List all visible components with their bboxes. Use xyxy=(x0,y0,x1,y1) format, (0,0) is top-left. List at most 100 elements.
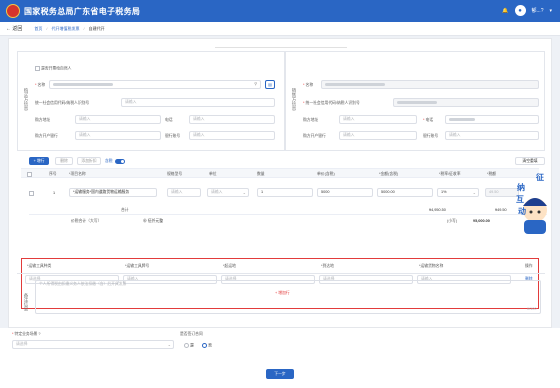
col-index: 序号 xyxy=(49,172,57,176)
total-words: ⊕ 伍仟元整 xyxy=(143,219,164,223)
seller-addr-input[interactable]: 请输入 xyxy=(339,115,417,124)
radio-checked-icon[interactable] xyxy=(202,343,207,348)
transport-col-type: *运输工具种类 xyxy=(27,264,52,268)
col-rate: *税率/征收率 xyxy=(439,172,461,176)
breadcrumb: 首页 / 代开增值税发票 / 自建代开 xyxy=(34,25,105,32)
breadcrumb-bar: ← 返回 首页 / 代开增值税发票 / 自建代开 xyxy=(0,22,560,36)
app-header: 国家税务总局广东省电子税务局 🔔 ● 郁...? ▾ xyxy=(0,0,560,22)
chevron-down-icon: ⌄ xyxy=(472,190,476,195)
buyer-taxid-label: 统一社会信用代码/纳税人识别号 xyxy=(35,101,90,105)
remarks-counter: 0/100 xyxy=(527,307,537,311)
transport-col-dest: *到达地 xyxy=(321,264,334,268)
tax-included-label: 含税 xyxy=(105,159,113,163)
buyer-taxid-input[interactable]: 请输入 xyxy=(121,98,275,107)
buyer-name-input[interactable]: ⚲ xyxy=(49,80,261,89)
seller-acct-label: 银行账号 xyxy=(423,134,439,138)
item-select[interactable]: *运输服务*国内道路货物运输服务 xyxy=(69,188,157,197)
buyer-acct-label: 银行账号 xyxy=(165,134,181,138)
avatar[interactable]: ● xyxy=(514,5,526,16)
seller-bank-label: 购方开户银行 xyxy=(303,134,326,138)
seller-phone-input[interactable] xyxy=(445,115,539,124)
scene-select[interactable]: 请选择 ⌄ xyxy=(12,340,174,349)
mascot-char: 征 xyxy=(536,173,544,182)
seller-phone-label: 电话 xyxy=(425,118,434,122)
divider xyxy=(29,214,547,215)
main-form: 购买方信息 是否开票给自然人 * 名称 ⚲ ▤ 统一社会信用代码/纳税人识别号 … xyxy=(8,38,552,328)
crumb-home[interactable]: 首页 xyxy=(34,26,42,32)
seller-name-label: 名称 xyxy=(305,83,314,87)
spec-input[interactable]: 请输入 xyxy=(167,188,201,197)
buyer-phone-input[interactable]: 请输入 xyxy=(189,115,275,124)
seller-bank-input[interactable]: 请输入 xyxy=(339,131,417,140)
unit-select[interactable]: 请输入 ⌄ xyxy=(207,188,249,197)
total-small-label: (小写) xyxy=(447,219,458,223)
clear-refill-button[interactable]: 清空重填 xyxy=(515,157,545,165)
buyer-bank-label: 购方开户银行 xyxy=(35,134,58,138)
remarks-placeholder: 个人所得税由扣缴义务人依法扣缴（含）后开具发票 xyxy=(39,282,127,286)
delete-row-button[interactable]: 删除 xyxy=(55,157,73,165)
seller-taxid-label: 统一社会信用代码/纳税人识别号 xyxy=(305,101,360,105)
back-button[interactable]: ← 返回 xyxy=(6,25,22,32)
help-icon[interactable]: ? xyxy=(38,332,40,336)
col-tax: *税额 xyxy=(487,172,497,176)
buyer-addr-label: 购方地址 xyxy=(35,118,51,122)
add-row-button[interactable]: + 增行 xyxy=(29,157,49,165)
row-checkbox[interactable] xyxy=(29,191,34,196)
subtotal-amount: ¥4,950.50 xyxy=(429,208,446,212)
crumb-invoice[interactable]: 代开增值税发票 xyxy=(52,26,80,32)
qty-input[interactable]: 1 xyxy=(257,188,313,197)
transport-col-origin: *起运地 xyxy=(223,264,236,268)
add-discount-button[interactable]: 添加折扣 xyxy=(77,157,101,165)
buyer-addr-input[interactable]: 请输入 xyxy=(75,115,161,124)
chevron-down-icon: ⌄ xyxy=(242,190,246,195)
contact-book-icon[interactable]: ▤ xyxy=(265,80,275,89)
natural-person-checkbox[interactable]: 是否开票给自然人 xyxy=(35,66,71,72)
buyer-acct-input[interactable]: 请输入 xyxy=(189,131,275,140)
contract-yes-radio[interactable]: 是 xyxy=(184,343,194,349)
customer-service-mascot-icon[interactable]: 征 纳 互 动 xyxy=(514,168,556,238)
col-spec: 规格型号 xyxy=(167,172,183,176)
seller-section-title: 销售方信息 xyxy=(292,87,297,111)
seller-addr-label: 购方地址 xyxy=(303,118,319,122)
subtotal-label: 合计 xyxy=(121,208,129,212)
app-title: 国家税务总局广东省电子税务局 xyxy=(24,7,141,16)
row-index: 1 xyxy=(53,191,56,195)
contract-no-radio[interactable]: 否 xyxy=(202,343,212,349)
chevron-down-icon[interactable]: ▾ xyxy=(549,8,552,14)
items-table-header: 序号 *项目名称 规格型号 单位 数量 单价(含税) *金额(含税) *税率/征… xyxy=(21,168,539,178)
crumb-current: 自建代开 xyxy=(88,25,105,31)
subtotal-tax: ¥49.50 xyxy=(495,208,507,212)
remarks-section-title: 备注信息 xyxy=(24,293,29,311)
mascot-char: 纳 xyxy=(517,183,525,192)
rate-select[interactable]: 1% ⌄ xyxy=(437,188,479,197)
col-unit: 单位 xyxy=(209,172,217,176)
chevron-down-icon: ⌄ xyxy=(167,342,171,347)
col-item: *项目名称 xyxy=(69,172,86,176)
search-icon[interactable]: ⚲ xyxy=(254,81,257,88)
select-all-checkbox[interactable] xyxy=(27,172,32,177)
total-small: ¥5,000.00 xyxy=(473,219,490,223)
buyer-name-label: 名称 xyxy=(37,83,46,87)
next-step-button[interactable]: 下一步 xyxy=(266,369,294,379)
checkbox-icon[interactable] xyxy=(35,66,40,71)
transport-col-op: 操作 xyxy=(525,264,533,268)
tax-included-toggle[interactable] xyxy=(115,159,125,164)
bell-icon[interactable]: 🔔 xyxy=(502,8,508,14)
transport-col-goods: *运输货物名称 xyxy=(419,264,444,268)
tax-emblem-icon xyxy=(6,4,20,18)
col-qty: 数量 xyxy=(257,172,265,176)
mascot-char: 互 xyxy=(516,195,524,204)
seller-acct-input[interactable]: 请输入 xyxy=(445,131,539,140)
user-name[interactable]: 郁...? xyxy=(532,7,544,14)
seller-taxid-input xyxy=(393,98,539,107)
col-amount: *金额(含税) xyxy=(379,172,399,176)
footer-panel: * 特定业务场景 ? 请选择 ⌄ 是否签订合同 是 否 下一步 xyxy=(0,328,560,388)
seller-name-input xyxy=(321,80,539,89)
price-input[interactable]: 5000 xyxy=(317,188,373,197)
radio-icon[interactable] xyxy=(184,343,189,348)
total-words-icon: ⊕ xyxy=(143,219,147,223)
buyer-bank-input[interactable]: 请输入 xyxy=(75,131,161,140)
arrow-left-icon: ← xyxy=(6,26,11,32)
amount-input[interactable]: 5000.00 xyxy=(377,188,433,197)
mascot-char: 动 xyxy=(518,207,526,216)
